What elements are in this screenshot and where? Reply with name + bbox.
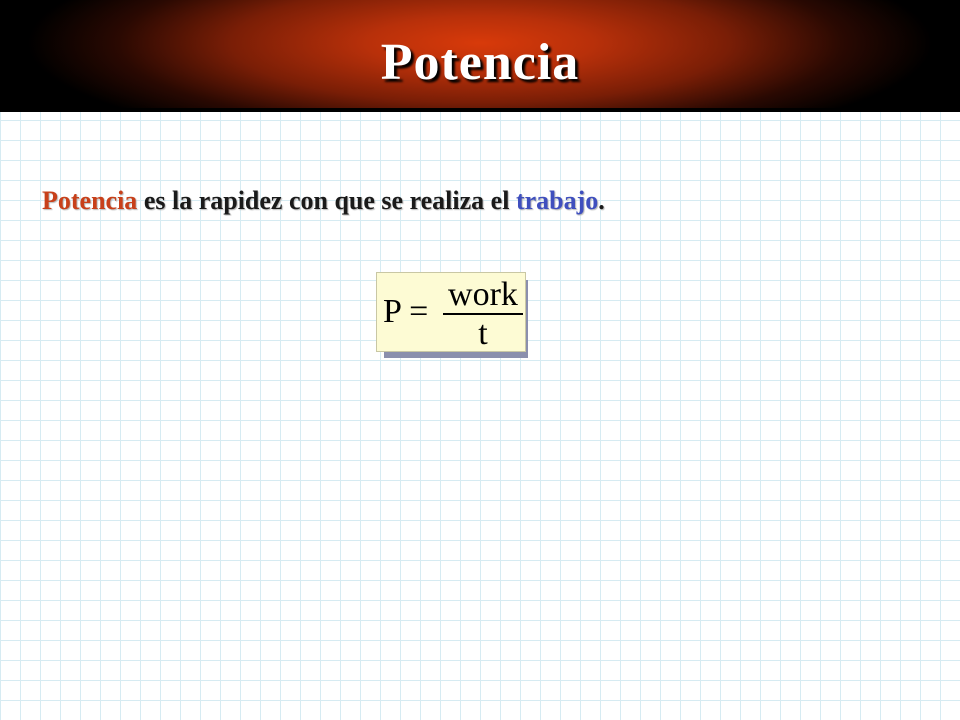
title-bar: Potencia [0, 0, 960, 112]
slide-title: Potencia [380, 34, 580, 91]
term-trabajo: trabajo [515, 186, 599, 215]
sentence-middle: es la rapidez con que se realiza el [137, 186, 516, 215]
formula-lhs: P = [383, 293, 429, 330]
formula-numerator: work [448, 276, 518, 313]
formula-box: P = work t [376, 272, 526, 352]
formula-fraction: work t [443, 276, 523, 352]
definition-sentence: Potencia es la rapidez con que se realiz… [42, 184, 605, 218]
sentence-end: . [598, 186, 605, 215]
term-potencia: Potencia [42, 186, 138, 215]
formula-denominator: t [478, 315, 488, 352]
